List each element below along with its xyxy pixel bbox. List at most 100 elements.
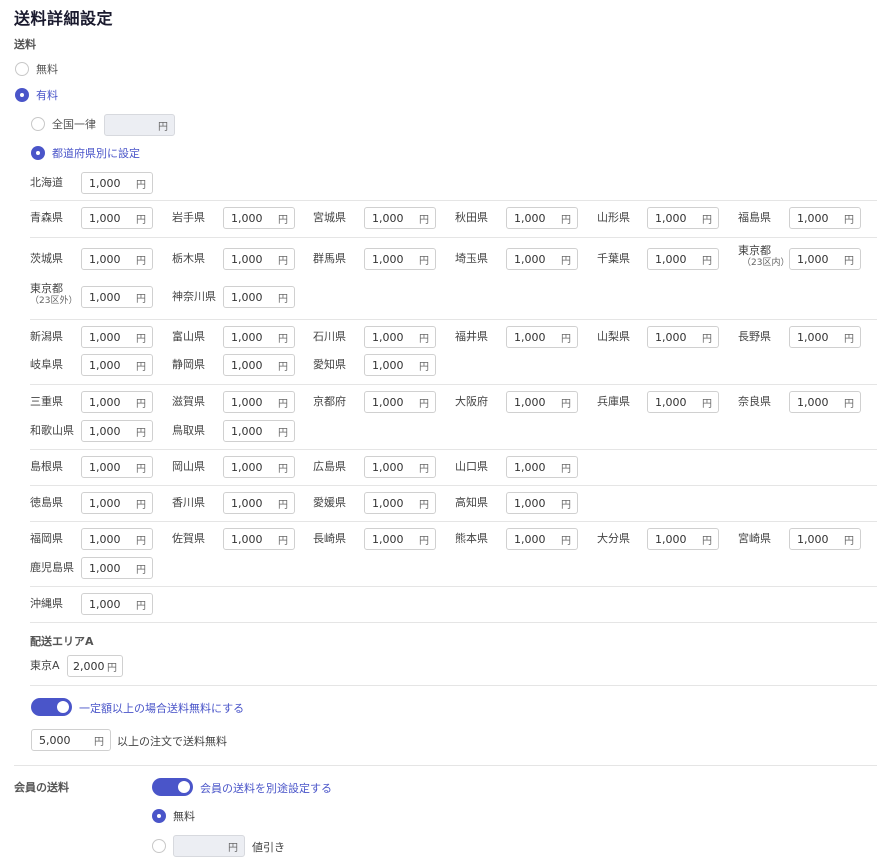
pref-input-nara[interactable]: 1,000 円	[789, 391, 861, 413]
radio-free[interactable]: 無料	[15, 61, 58, 77]
member-shipping-toggle[interactable]	[152, 778, 193, 796]
pref-name: 香川県	[172, 496, 205, 509]
yen-unit: 円	[158, 121, 168, 133]
pref-input-toyama[interactable]: 1,000 円	[223, 326, 295, 348]
radio-circle[interactable]	[152, 839, 166, 853]
pref-input-yamagata[interactable]: 1,000 円	[647, 207, 719, 229]
pref-input-nagasaki[interactable]: 1,000 円	[364, 528, 436, 550]
pref-input-tokyo_out[interactable]: 1,000 円	[81, 286, 153, 308]
pref-input-yamaguchi[interactable]: 1,000 円	[506, 456, 578, 478]
pref-input-gifu[interactable]: 1,000 円	[81, 354, 153, 376]
pref-input-gunma[interactable]: 1,000 円	[364, 248, 436, 270]
pref-input-kochi[interactable]: 1,000 円	[506, 492, 578, 514]
pref-input-nagano[interactable]: 1,000 円	[789, 326, 861, 348]
divider	[30, 485, 877, 486]
pref-name: 山口県	[455, 460, 488, 473]
area-tokyo-a-input[interactable]: 2,000 円	[67, 655, 123, 677]
pref-input-okayama[interactable]: 1,000 円	[223, 456, 295, 478]
radio-paid[interactable]: 有料	[15, 87, 58, 103]
pref-input-ehime[interactable]: 1,000 円	[364, 492, 436, 514]
radio-circle-checked[interactable]	[152, 809, 166, 823]
pref-input-saga[interactable]: 1,000 円	[223, 528, 295, 550]
pref-name: 青森県	[30, 211, 63, 224]
pref-input-akita[interactable]: 1,000 円	[506, 207, 578, 229]
pref-name: 群馬県	[313, 252, 346, 265]
pref-input-ibaraki[interactable]: 1,000 円	[81, 248, 153, 270]
pref-label-kagawa: 香川県	[172, 496, 205, 509]
pref-label-mie: 三重県	[30, 395, 63, 408]
radio-flat-rate[interactable]: 全国一律	[31, 116, 96, 132]
pref-input-tokyo_in[interactable]: 1,000 円	[789, 248, 861, 270]
pref-name: 千葉県	[597, 252, 630, 265]
pref-input-hiroshima[interactable]: 1,000 円	[364, 456, 436, 478]
pref-input-shimane[interactable]: 1,000 円	[81, 456, 153, 478]
radio-circle[interactable]	[31, 117, 45, 131]
pref-input-hyogo[interactable]: 1,000 円	[647, 391, 719, 413]
pref-label-fukui: 福井県	[455, 330, 488, 343]
pref-label-osaka: 大阪府	[455, 395, 488, 408]
pref-input-aichi[interactable]: 1,000 円	[364, 354, 436, 376]
member-radio-free-label: 無料	[173, 810, 195, 823]
free-threshold-input[interactable]: 5,000 円	[31, 729, 111, 751]
free-threshold-toggle[interactable]	[31, 698, 72, 716]
pref-input-saitama[interactable]: 1,000 円	[506, 248, 578, 270]
pref-input-kagawa[interactable]: 1,000 円	[223, 492, 295, 514]
pref-input-tokushima[interactable]: 1,000 円	[81, 492, 153, 514]
radio-circle[interactable]	[15, 62, 29, 76]
pref-input-oita[interactable]: 1,000 円	[647, 528, 719, 550]
yen-unit: 円	[702, 333, 712, 345]
area-tokyo-a-label: 東京A	[30, 659, 60, 672]
page-title: 送料詳細設定	[14, 9, 114, 28]
pref-input-miyagi[interactable]: 1,000 円	[364, 207, 436, 229]
pref-input-fukui[interactable]: 1,000 円	[506, 326, 578, 348]
pref-name: 福岡県	[30, 532, 63, 545]
pref-input-miyazaki[interactable]: 1,000 円	[789, 528, 861, 550]
pref-input-chiba[interactable]: 1,000 円	[647, 248, 719, 270]
pref-input-wakayama[interactable]: 1,000 円	[81, 420, 153, 442]
free-threshold-suffix: 以上の注文で送料無料	[117, 735, 227, 748]
pref-input-kyoto[interactable]: 1,000 円	[364, 391, 436, 413]
radio-circle-checked[interactable]	[15, 88, 29, 102]
divider	[30, 685, 877, 686]
yen-unit: 円	[278, 398, 288, 410]
pref-input-shizuoka[interactable]: 1,000 円	[223, 354, 295, 376]
pref-input-tochigi[interactable]: 1,000 円	[223, 248, 295, 270]
radio-circle-checked[interactable]	[31, 146, 45, 160]
pref-label-iwate: 岩手県	[172, 211, 205, 224]
pref-input-fukuoka[interactable]: 1,000 円	[81, 528, 153, 550]
pref-name: 新潟県	[30, 330, 63, 343]
yen-unit: 円	[419, 333, 429, 345]
pref-label-miyazaki: 宮崎県	[738, 532, 771, 545]
pref-input-hokkaido[interactable]: 1,000 円	[81, 172, 153, 194]
pref-input-iwate[interactable]: 1,000 円	[223, 207, 295, 229]
pref-name: 福井県	[455, 330, 488, 343]
member-radio-discount[interactable]	[152, 838, 166, 854]
pref-name: 大分県	[597, 532, 630, 545]
pref-input-yamanashi[interactable]: 1,000 円	[647, 326, 719, 348]
pref-input-aomori[interactable]: 1,000 円	[81, 207, 153, 229]
pref-input-niigata[interactable]: 1,000 円	[81, 326, 153, 348]
yen-unit: 円	[136, 600, 146, 612]
pref-input-mie[interactable]: 1,000 円	[81, 391, 153, 413]
pref-input-tottori[interactable]: 1,000 円	[223, 420, 295, 442]
pref-name: 茨城県	[30, 252, 63, 265]
pref-name: 北海道	[30, 176, 63, 189]
member-radio-free[interactable]: 無料	[152, 808, 195, 824]
pref-input-kanagawa[interactable]: 1,000 円	[223, 286, 295, 308]
member-discount-input[interactable]: 円	[173, 835, 245, 857]
flat-rate-input[interactable]: 円	[104, 114, 175, 136]
pref-name: 和歌山県	[30, 424, 74, 437]
pref-input-fukushima[interactable]: 1,000 円	[789, 207, 861, 229]
pref-input-kumamoto[interactable]: 1,000 円	[506, 528, 578, 550]
radio-free-label: 無料	[36, 63, 58, 76]
yen-unit: 円	[702, 255, 712, 267]
pref-name: 岩手県	[172, 211, 205, 224]
pref-input-ishikawa[interactable]: 1,000 円	[364, 326, 436, 348]
radio-by-prefecture[interactable]: 都道府県別に設定	[31, 145, 140, 161]
pref-input-osaka[interactable]: 1,000 円	[506, 391, 578, 413]
pref-input-shiga[interactable]: 1,000 円	[223, 391, 295, 413]
pref-input-okinawa[interactable]: 1,000 円	[81, 593, 153, 615]
pref-input-kagoshima[interactable]: 1,000 円	[81, 557, 153, 579]
yen-unit: 円	[702, 398, 712, 410]
yen-unit: 円	[278, 499, 288, 511]
